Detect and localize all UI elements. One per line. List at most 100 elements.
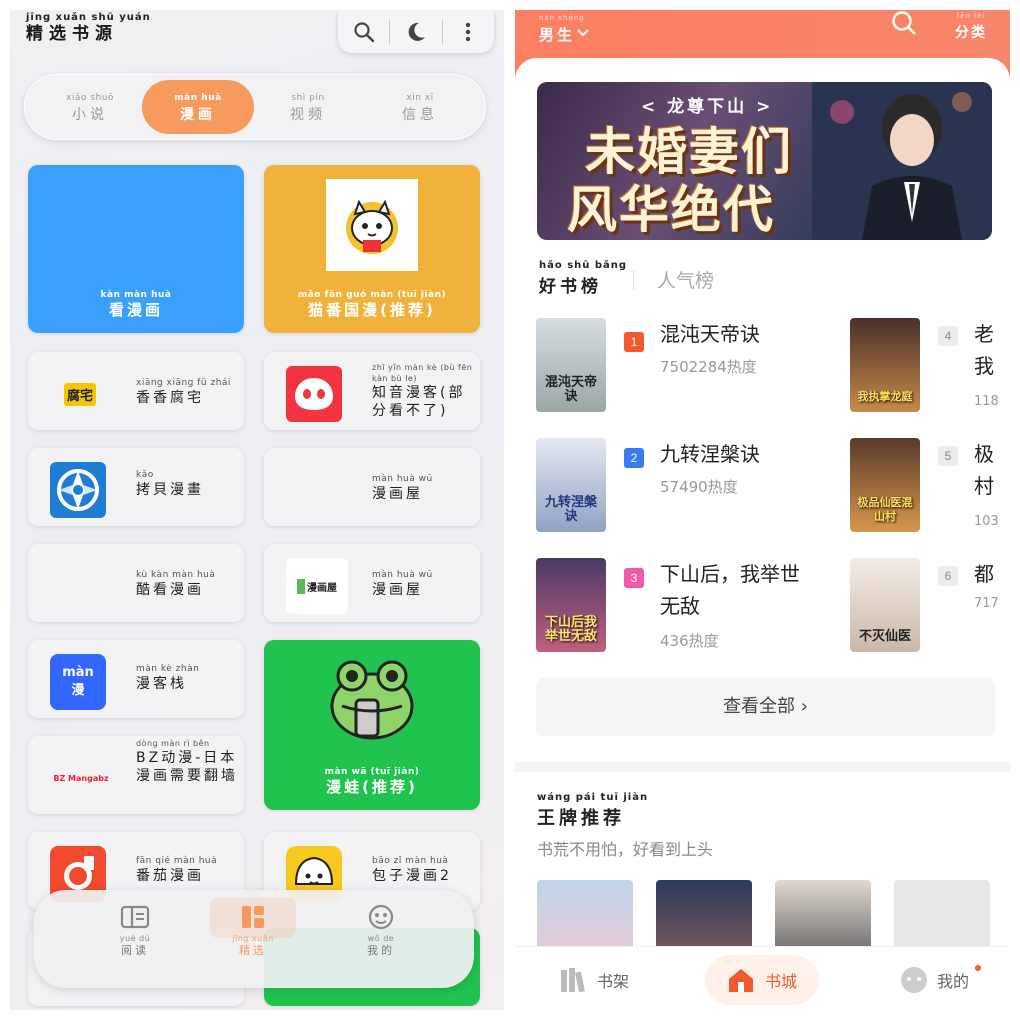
source-card-maofan[interactable]: māo fān guó màn (tuī jiàn) 猫番国漫(推荐) — [264, 165, 480, 333]
book-item[interactable]: 九转涅槃诀 2 九转涅槃诀 57490热度 — [536, 438, 826, 534]
frog-logo-icon — [322, 654, 422, 748]
recommend-cover[interactable] — [537, 880, 633, 956]
tab-video[interactable]: shì pín 视频 — [252, 80, 364, 134]
search-button[interactable] — [891, 10, 917, 40]
book-cover: 混沌天帝诀 — [536, 318, 606, 412]
source-label: fān qié màn huà 番茄漫画 — [136, 856, 218, 884]
book-heat: 717 — [974, 596, 999, 611]
nav-read[interactable]: yuè dú 阅读 — [92, 904, 178, 974]
source-label: bāo zǐ màn huà 包子漫画2 — [372, 856, 452, 884]
tab-novel[interactable]: xiǎo shuō 小说 — [34, 80, 146, 134]
mankezhan-logo-icon: màn 漫 — [50, 654, 106, 710]
tab-info[interactable]: xìn xī 信息 — [364, 80, 476, 134]
source-card-kaobei[interactable]: kǎo 拷貝漫畫 — [28, 448, 244, 526]
book-heat: 7502284热度 — [660, 358, 757, 376]
promo-banner[interactable]: < 龙尊下山 > 未婚妻们 风华绝代 — [537, 82, 992, 240]
source-card-xiangxiang[interactable]: 腐宅 xiāng xiāng fǔ zhái 香香腐宅 — [28, 352, 244, 430]
source-card-manhuawu[interactable]: màn huà wū 漫画屋 — [264, 448, 480, 526]
chevron-down-icon — [577, 29, 589, 37]
more-button[interactable] — [443, 10, 494, 53]
book-heat: 118 — [974, 394, 999, 409]
source-label: māo fān guó màn (tuī jiàn) 猫番国漫(推荐) — [297, 290, 447, 319]
screen: jīng xuǎn shū yuán 精选书源 xiǎo shuō 小说 màn… — [0, 0, 1020, 1020]
moon-icon — [408, 22, 425, 41]
source-label: kù kàn màn huà 酷看漫画 — [136, 570, 216, 598]
user-icon — [368, 904, 394, 930]
source-label: màn huà wū 漫画屋 — [372, 570, 433, 598]
book-item[interactable]: 极品仙医混山村 5 极村 103 — [850, 438, 1010, 534]
profile-icon — [901, 967, 927, 993]
rank-badge: 2 — [624, 448, 644, 468]
book-heat: 436热度 — [660, 632, 719, 650]
source-card-manhuawu-2[interactable]: 漫画屋 màn huà wū 漫画屋 — [264, 544, 480, 622]
book-heat: 57490热度 — [660, 478, 738, 496]
book-item[interactable]: 不灭仙医 6 都 717 — [850, 558, 1010, 654]
bottom-nav: yuè dú 阅读 jīng xuǎn 精选 wǒ de 我的 — [34, 890, 474, 988]
source-card-kukan[interactable]: kù kàn màn huà 酷看漫画 — [28, 544, 244, 622]
source-card-mankezhan[interactable]: màn 漫 màn kè zhàn 漫客栈 — [28, 640, 244, 718]
recommend-cover[interactable] — [656, 880, 752, 956]
banner-character-image — [812, 82, 992, 240]
ace-recommend-title: wáng pái tuī jiàn 王牌推荐 — [537, 792, 649, 829]
home-icon — [729, 969, 753, 992]
ace-recommend-subtitle: 书荒不用怕，好看到上头 — [537, 840, 714, 859]
book-cover: 极品仙医混山村 — [850, 438, 920, 532]
book-title: 极村 — [974, 442, 994, 498]
source-label: zhī yīn màn kè (bù fēn kàn bù le) 知音漫客(部… — [372, 363, 473, 419]
book-heat: 103 — [974, 514, 999, 529]
notification-dot — [975, 965, 981, 971]
source-card-bzdongman[interactable]: BZ Mangabz dòng màn rì běn BZ动漫-日本漫画需要翻墙 — [28, 736, 244, 814]
category-button[interactable]: fēn lèi 分类 — [955, 10, 987, 42]
view-all-button[interactable]: 查看全部 › — [536, 678, 995, 736]
source-label: kàn màn huà 看漫画 — [100, 290, 172, 319]
nav-bookstore[interactable]: 书城 — [705, 955, 820, 1005]
source-card-zhiyin[interactable]: zhī yīn màn kè (bù fēn kàn bù le) 知音漫客(部… — [264, 352, 480, 430]
bookshelf-icon — [561, 968, 586, 993]
book-title: 老我 — [974, 322, 994, 378]
tab-popular[interactable]: 人气榜 — [657, 266, 714, 293]
book-title: 下山后，我举世无敌 — [660, 562, 800, 618]
nav-bookshelf[interactable]: 书架 — [559, 955, 629, 1005]
top-toolbar — [338, 10, 494, 53]
kaobei-logo-icon — [50, 462, 106, 518]
bookstore-panel: nán shēng 男生 fēn lèi 分类 < 龙尊下山 > 未婚妻们 风华… — [515, 10, 1010, 1010]
book-title: 都 — [974, 562, 994, 586]
recommend-cover[interactable] — [775, 880, 871, 956]
tab-divider — [633, 270, 634, 290]
book-cover: 下山后我举世无敌 — [536, 558, 606, 652]
more-icon — [466, 22, 471, 41]
manhuawu-logo-icon: 漫画屋 — [286, 558, 348, 614]
grid-layout-icon — [242, 906, 264, 928]
recommend-cover[interactable] — [894, 880, 990, 956]
book-cover: 不灭仙医 — [850, 558, 920, 652]
zhiyin-logo-icon — [286, 366, 342, 422]
book-item[interactable]: 混沌天帝诀 1 混沌天帝诀 7502284热度 — [536, 318, 826, 414]
category-tabs: xiǎo shuō 小说 màn huà 漫画 shì pín 视频 xìn x… — [24, 74, 486, 140]
book-item[interactable]: 下山后我举世无敌 3 下山后，我举世无敌 436热度 — [536, 558, 826, 658]
search-icon — [354, 21, 374, 42]
book-title: 九转涅槃诀 — [660, 442, 760, 466]
nav-mine[interactable]: wǒ de 我的 — [338, 904, 424, 974]
night-mode-button[interactable] — [390, 10, 441, 53]
nav-mine[interactable]: 我的 — [899, 955, 969, 1005]
fuzhai-logo-icon: 腐宅 — [50, 366, 110, 422]
source-card-manwa[interactable]: màn wā (tuī jiàn) 漫蛙(推荐) — [264, 640, 480, 810]
source-card-kanmanhua[interactable]: kàn màn huà 看漫画 — [28, 165, 244, 333]
mangabz-logo-icon: BZ Mangabz — [53, 773, 109, 783]
search-button[interactable] — [338, 10, 389, 53]
nav-featured[interactable]: jīng xuǎn 精选 — [210, 898, 296, 974]
source-label: xiāng xiāng fǔ zhái 香香腐宅 — [136, 378, 231, 406]
source-label: dòng màn rì běn BZ动漫-日本漫画需要翻墙 — [136, 739, 238, 784]
tab-good-books[interactable]: hǎo shū bǎng 好书榜 — [539, 260, 627, 297]
bottom-nav: 书架 书城 我的 — [515, 946, 1010, 1010]
search-icon — [892, 11, 916, 35]
source-label: màn kè zhàn 漫客栈 — [136, 664, 200, 692]
book-cover: 我执掌龙庭 — [850, 318, 920, 412]
book-item[interactable]: 我执掌龙庭 4 老我 118 — [850, 318, 1010, 414]
source-label: kǎo 拷貝漫畫 — [136, 470, 204, 498]
source-label: màn huà wū 漫画屋 — [372, 474, 433, 502]
book-open-icon — [120, 905, 150, 929]
gender-selector[interactable]: nán shēng 男生 — [539, 12, 589, 45]
rank-badge: 1 — [624, 332, 644, 352]
tab-comic[interactable]: màn huà 漫画 — [142, 80, 254, 134]
